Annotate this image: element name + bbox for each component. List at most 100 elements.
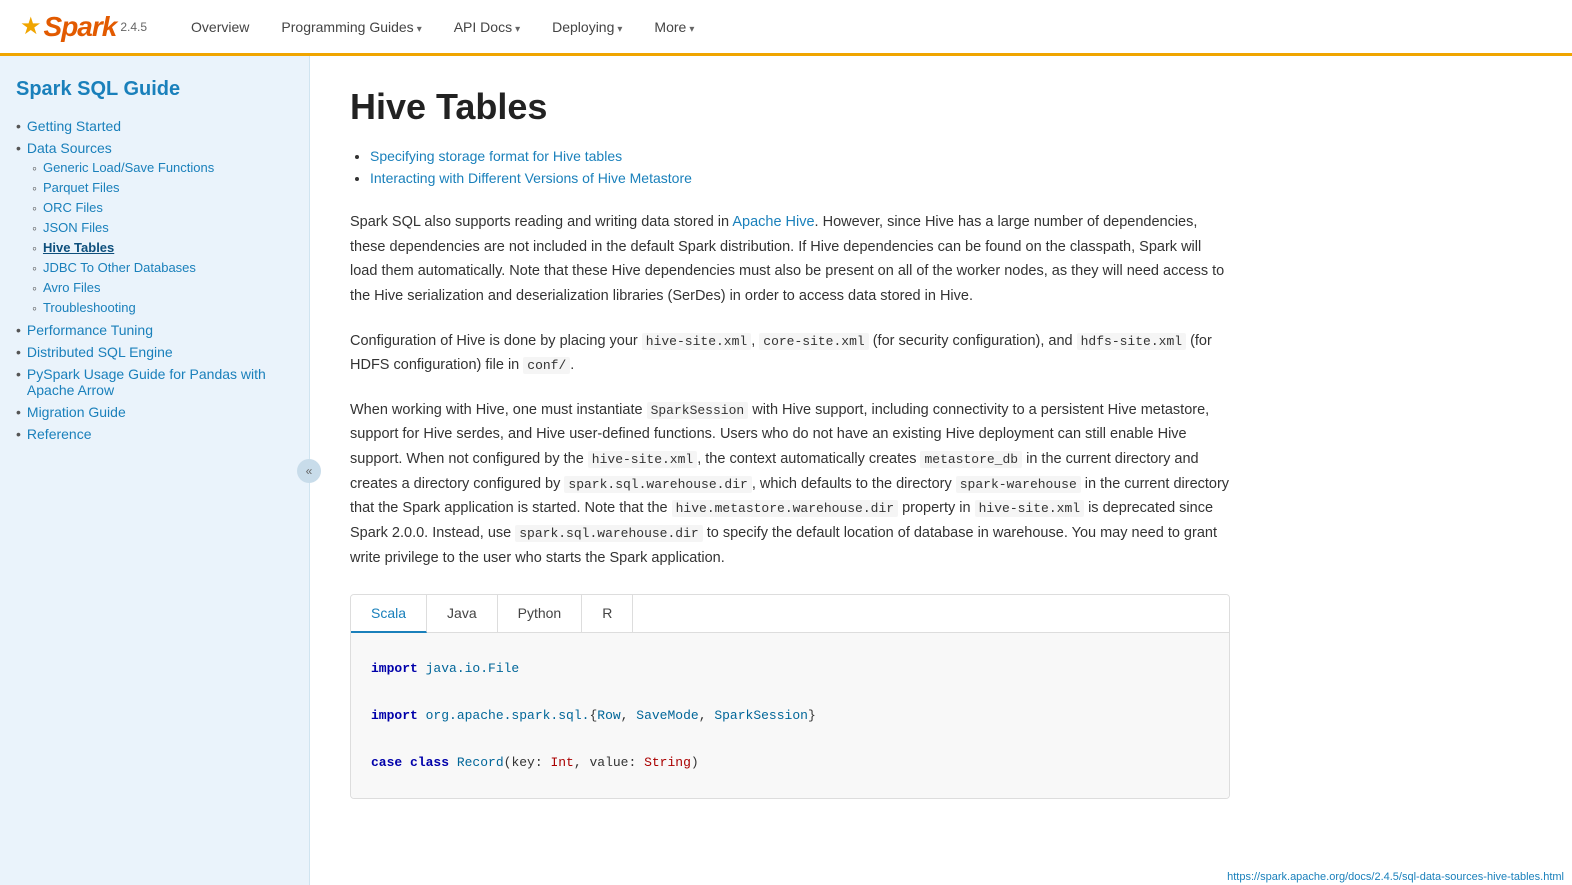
chevron-down-icon: ▾ [689,24,694,35]
table-of-contents: Specifying storage format for Hive table… [350,148,1230,186]
paragraph-1: Spark SQL also supports reading and writ… [350,210,1230,309]
sidebar-link-data-sources[interactable]: Data Sources [16,140,293,156]
keyword-import: import [371,661,418,676]
top-navigation: ★ Spark 2.4.5 Overview Programming Guide… [0,0,1572,56]
tab-python[interactable]: Python [498,595,583,632]
type-int: Int [550,755,573,770]
sidebar-link-distributed-sql[interactable]: Distributed SQL Engine [16,344,293,360]
sidebar-link-parquet[interactable]: Parquet Files [43,180,120,195]
logo-text: Spark [44,11,117,43]
code-line-blank-2 [371,728,1209,751]
tab-bar: Scala Java Python R [351,595,1229,633]
code-hive-site-2: hive-site.xml [588,451,697,468]
sidebar-link-json[interactable]: JSON Files [43,220,109,235]
keyword-import-2: import [371,708,418,723]
toc-link-interacting[interactable]: Interacting with Different Versions of H… [370,170,692,186]
code-warehouse-dir: spark.sql.warehouse.dir [564,476,751,493]
sidebar-link-troubleshooting[interactable]: Troubleshooting [43,300,136,315]
sidebar-sub-item-parquet[interactable]: Parquet Files [32,180,293,196]
main-layout: Spark SQL Guide Getting Started Data Sou… [0,56,1572,885]
sidebar-link-jdbc[interactable]: JDBC To Other Databases [43,260,196,275]
spark-star-icon: ★ [20,12,42,41]
nav-api-docs[interactable]: API Docs▾ [440,11,534,43]
class-record: Record [457,755,504,770]
sidebar-link-generic[interactable]: Generic Load/Save Functions [43,160,214,175]
code-core-site: core-site.xml [759,333,868,350]
sidebar-link-orc[interactable]: ORC Files [43,200,103,215]
nav-deploying[interactable]: Deploying▾ [538,11,636,43]
sidebar-link-avro[interactable]: Avro Files [43,280,101,295]
toc-item-interacting[interactable]: Interacting with Different Versions of H… [370,170,1230,186]
code-line-blank [371,681,1209,704]
nav-items: Overview Programming Guides▾ API Docs▾ D… [177,11,708,43]
chevron-down-icon: ▾ [417,24,422,35]
logo[interactable]: ★ Spark 2.4.5 [20,11,147,43]
sidebar-sub-item-orc[interactable]: ORC Files [32,200,293,216]
nav-more[interactable]: More▾ [640,11,708,43]
code-hive-site-3: hive-site.xml [975,500,1084,517]
class-sparksession: SparkSession [714,708,808,723]
code-line-2: import org.apache.spark.sql.{Row, SaveMo… [371,704,1209,727]
sidebar-collapse-button[interactable]: « [297,459,321,483]
code-line-3: case class Record(key: Int, value: Strin… [371,751,1209,774]
nav-programming-guides[interactable]: Programming Guides▾ [267,11,435,43]
code-metastore-db: metastore_db [920,451,1022,468]
paragraph-2: Configuration of Hive is done by placing… [350,329,1230,378]
sidebar-sub-item-generic[interactable]: Generic Load/Save Functions [32,160,293,176]
param-comma: , value: [574,755,644,770]
sidebar-sub-item-jdbc[interactable]: JDBC To Other Databases [32,260,293,276]
sidebar: Spark SQL Guide Getting Started Data Sou… [0,56,310,885]
nav-overview[interactable]: Overview [177,11,263,43]
code-block-scala: import java.io.File import org.apache.sp… [351,633,1229,798]
tab-scala[interactable]: Scala [351,595,427,633]
code-sql-warehouse: spark.sql.warehouse.dir [515,525,702,542]
code-line-1: import java.io.File [371,657,1209,680]
sidebar-item-pyspark[interactable]: PySpark Usage Guide for Pandas with Apac… [16,366,293,398]
brace-close: } [808,708,816,723]
main-content: Hive Tables Specifying storage format fo… [310,56,1270,885]
sidebar-item-reference[interactable]: Reference [16,426,293,442]
code-hdfs-site: hdfs-site.xml [1077,333,1186,350]
type-string: String [644,755,691,770]
sidebar-link-hive[interactable]: Hive Tables [43,240,114,255]
keyword-case: case [371,755,410,770]
code-hive-site: hive-site.xml [642,333,751,350]
keyword-class: class [410,755,457,770]
sidebar-link-migration[interactable]: Migration Guide [16,404,293,420]
tab-r[interactable]: R [582,595,633,632]
tab-java[interactable]: Java [427,595,498,632]
code-metastore-warehouse: hive.metastore.warehouse.dir [672,500,898,517]
sidebar-sub-item-hive[interactable]: Hive Tables [32,240,293,256]
sidebar-link-getting-started[interactable]: Getting Started [16,118,293,134]
sidebar-sub-data-sources: Generic Load/Save Functions Parquet File… [32,160,293,316]
sidebar-nav: Getting Started Data Sources Generic Loa… [16,118,293,442]
apache-hive-link[interactable]: Apache Hive [732,214,814,230]
class-row: Row [597,708,620,723]
import-path-1: java.io.File [418,661,519,676]
sidebar-sub-item-json[interactable]: JSON Files [32,220,293,236]
sidebar-item-performance[interactable]: Performance Tuning [16,322,293,338]
sidebar-item-data-sources: Data Sources Generic Load/Save Functions… [16,140,293,316]
sidebar-title: Spark SQL Guide [16,76,293,102]
toc-link-specifying[interactable]: Specifying storage format for Hive table… [370,148,622,164]
code-sparksession: SparkSession [647,402,749,419]
toc-item-specifying[interactable]: Specifying storage format for Hive table… [370,148,1230,164]
page-title: Hive Tables [350,86,1230,128]
code-spark-warehouse: spark-warehouse [956,476,1081,493]
param-close: ) [691,755,699,770]
paragraph-3: When working with Hive, one must instant… [350,398,1230,570]
class-savemode: SaveMode [636,708,698,723]
sidebar-link-performance[interactable]: Performance Tuning [16,322,293,338]
sidebar-link-reference[interactable]: Reference [16,426,293,442]
sidebar-item-getting-started[interactable]: Getting Started [16,118,293,134]
param-open: (key: [504,755,551,770]
sidebar-item-migration[interactable]: Migration Guide [16,404,293,420]
sidebar-link-pyspark[interactable]: PySpark Usage Guide for Pandas with Apac… [16,366,293,398]
chevron-down-icon: ▾ [515,24,520,35]
code-tabs-container: Scala Java Python R import java.io.File … [350,594,1230,799]
chevron-down-icon: ▾ [617,24,622,35]
status-bar-url[interactable]: https://spark.apache.org/docs/2.4.5/sql-… [1219,869,1572,885]
sidebar-item-distributed-sql[interactable]: Distributed SQL Engine [16,344,293,360]
sidebar-sub-item-troubleshooting[interactable]: Troubleshooting [32,300,293,316]
sidebar-sub-item-avro[interactable]: Avro Files [32,280,293,296]
